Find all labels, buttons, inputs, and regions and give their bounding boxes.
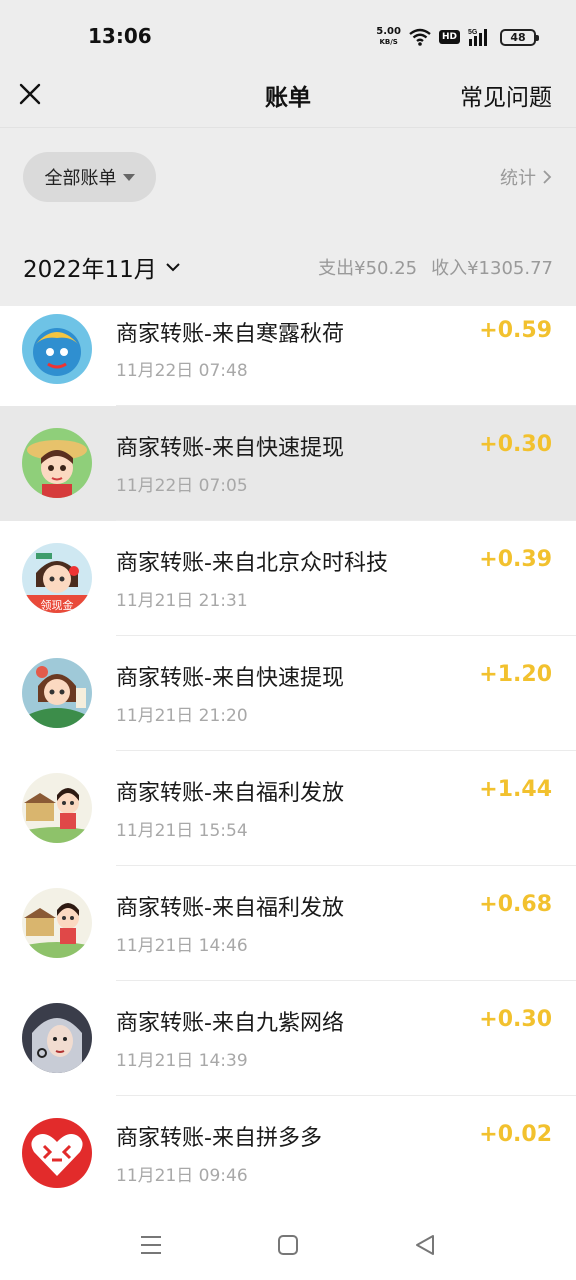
transaction-amount: +0.68 <box>479 892 552 917</box>
transaction-amount: +1.44 <box>479 777 552 802</box>
transaction-title: 商家转账-来自拼多多 <box>116 1126 322 1151</box>
transaction-row[interactable]: 商家转账-来自福利发放 11月21日 14:46 +0.68 <box>0 866 576 981</box>
bill-filter-label: 全部账单 <box>44 168 117 189</box>
wifi-icon <box>409 28 431 46</box>
month-summary: 支出¥50.25 收入¥1305.77 <box>318 254 553 280</box>
bill-filter-dropdown[interactable]: 全部账单 <box>23 152 156 202</box>
net-speed: 5.00 KB/S <box>376 26 401 47</box>
income-total: 收入¥1305.77 <box>431 258 553 279</box>
transaction-row[interactable]: 商家转账-来自快速提现 11月21日 21:20 +1.20 <box>0 636 576 751</box>
transaction-title: 商家转账-来自福利发放 <box>116 781 344 806</box>
transaction-title: 商家转账-来自福利发放 <box>116 896 344 921</box>
transaction-title: 商家转账-来自快速提现 <box>116 666 344 691</box>
transaction-time: 11月21日 14:46 <box>116 936 248 956</box>
close-icon[interactable] <box>18 82 42 106</box>
transaction-time: 11月21日 21:31 <box>116 591 248 611</box>
month-bar: 2022年11月 支出¥50.25 收入¥1305.77 <box>0 226 576 306</box>
hd-badge: HD <box>438 30 460 44</box>
status-time: 13:06 <box>88 24 152 48</box>
transaction-time: 11月22日 07:48 <box>116 361 248 381</box>
transaction-amount: +0.02 <box>479 1122 552 1147</box>
system-nav-bar <box>0 1212 576 1280</box>
pinduoduo-logo-avatar <box>22 1118 92 1188</box>
farm-girl-avatar <box>22 888 92 958</box>
transaction-time: 11月21日 09:46 <box>116 1166 248 1186</box>
caret-down-icon <box>122 173 135 181</box>
transaction-row[interactable]: 商家转账-来自九紫网络 11月21日 14:39 +0.30 <box>0 981 576 1096</box>
transaction-amount: +0.59 <box>479 318 552 343</box>
transaction-amount: +0.30 <box>479 432 552 457</box>
transaction-row[interactable]: 商家转账-来自福利发放 11月21日 15:54 +1.44 <box>0 751 576 866</box>
transaction-title: 商家转账-来自寒露秋荷 <box>116 322 344 347</box>
filter-bar: 全部账单 统计 <box>0 128 576 226</box>
chevron-right-icon <box>543 170 552 184</box>
transaction-row[interactable]: 商家转账-来自拼多多 11月21日 09:46 +0.02 <box>0 1096 576 1211</box>
month-selector[interactable]: 2022年11月 <box>23 250 181 284</box>
home-icon[interactable] <box>277 1234 299 1256</box>
transaction-title: 商家转账-来自九紫网络 <box>116 1011 344 1036</box>
transaction-amount: +0.30 <box>479 1007 552 1032</box>
transaction-title: 商家转账-来自快速提现 <box>116 436 344 461</box>
dragon-avatar <box>22 314 92 384</box>
status-bar: 13:06 5.00 KB/S HD 5G 48 <box>0 0 576 70</box>
nav-bar: 账单 常见问题 <box>0 70 576 128</box>
signal-icon: 5G <box>468 29 487 46</box>
transaction-title: 商家转账-来自北京众时科技 <box>116 551 388 576</box>
stats-label: 统计 <box>500 168 536 189</box>
chevron-down-icon <box>166 263 180 272</box>
transaction-time: 11月21日 21:20 <box>116 706 248 726</box>
farm-girl-avatar <box>22 773 92 843</box>
warrior-avatar <box>22 1003 92 1073</box>
girl-hat-avatar <box>22 428 92 498</box>
badge-text: 领现金 <box>41 598 74 612</box>
cash-girl-avatar: 领现金 <box>22 543 92 613</box>
stats-link[interactable]: 统计 <box>500 164 552 190</box>
transaction-time: 11月22日 07:05 <box>116 476 248 496</box>
transaction-row[interactable]: 商家转账-来自寒露秋荷 11月22日 07:48 +0.59 <box>0 306 576 406</box>
transaction-amount: +0.39 <box>479 547 552 572</box>
expense-total: 支出¥50.25 <box>318 258 418 279</box>
month-label: 2022年11月 <box>23 257 157 283</box>
transaction-time: 11月21日 15:54 <box>116 821 248 841</box>
back-icon[interactable] <box>414 1234 436 1256</box>
transaction-amount: +1.20 <box>479 662 552 687</box>
transaction-row[interactable]: 领现金 商家转账-来自北京众时科技 11月21日 21:31 +0.39 <box>0 521 576 636</box>
svg-text:5G: 5G <box>468 29 478 36</box>
menu-icon[interactable] <box>140 1234 162 1256</box>
battery-indicator: 48 <box>500 28 539 46</box>
status-icons: 5.00 KB/S HD 5G 48 <box>376 26 539 48</box>
transaction-list: 商家转账-来自寒露秋荷 11月22日 07:48 +0.59 商家转账-来自快速… <box>0 306 576 1211</box>
transaction-time: 11月21日 14:39 <box>116 1051 248 1071</box>
transaction-row[interactable]: 商家转账-来自快速提现 11月22日 07:05 +0.30 <box>0 406 576 521</box>
faq-link[interactable]: 常见问题 <box>460 78 552 112</box>
ancient-girl-avatar <box>22 658 92 728</box>
